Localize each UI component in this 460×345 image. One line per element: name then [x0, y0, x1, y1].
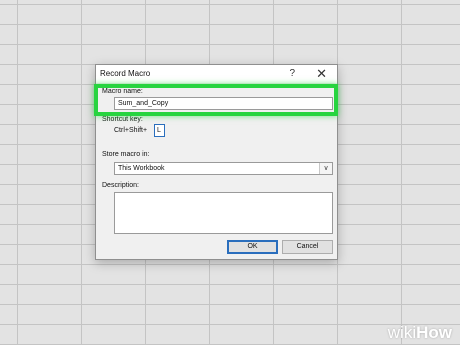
watermark-prefix: wiki	[387, 323, 417, 342]
chevron-down-icon[interactable]: ∨	[319, 163, 332, 174]
shortcut-key-label: Shortcut key:	[102, 116, 143, 123]
store-macro-select[interactable]: This Workbook ∨	[114, 162, 333, 175]
store-macro-value: This Workbook	[118, 165, 165, 172]
close-icon[interactable]: ✕	[316, 66, 327, 82]
dialog-title: Record Macro	[100, 69, 151, 78]
macro-name-highlight	[94, 84, 338, 116]
store-macro-label: Store macro in:	[102, 151, 150, 158]
shortcut-prefix-text: Ctrl+Shift+	[114, 127, 148, 134]
cancel-button[interactable]: Cancel	[282, 240, 333, 254]
dialog-titlebar: Record Macro ? ✕	[96, 65, 337, 83]
wikihow-watermark: wikiHow	[388, 323, 452, 343]
ok-button[interactable]: OK	[227, 240, 278, 254]
help-icon[interactable]: ?	[289, 68, 295, 79]
shortcut-key-input[interactable]: L	[154, 124, 165, 137]
watermark-suffix: How	[416, 323, 452, 342]
description-textarea[interactable]	[114, 192, 333, 234]
description-label: Description:	[102, 182, 139, 189]
